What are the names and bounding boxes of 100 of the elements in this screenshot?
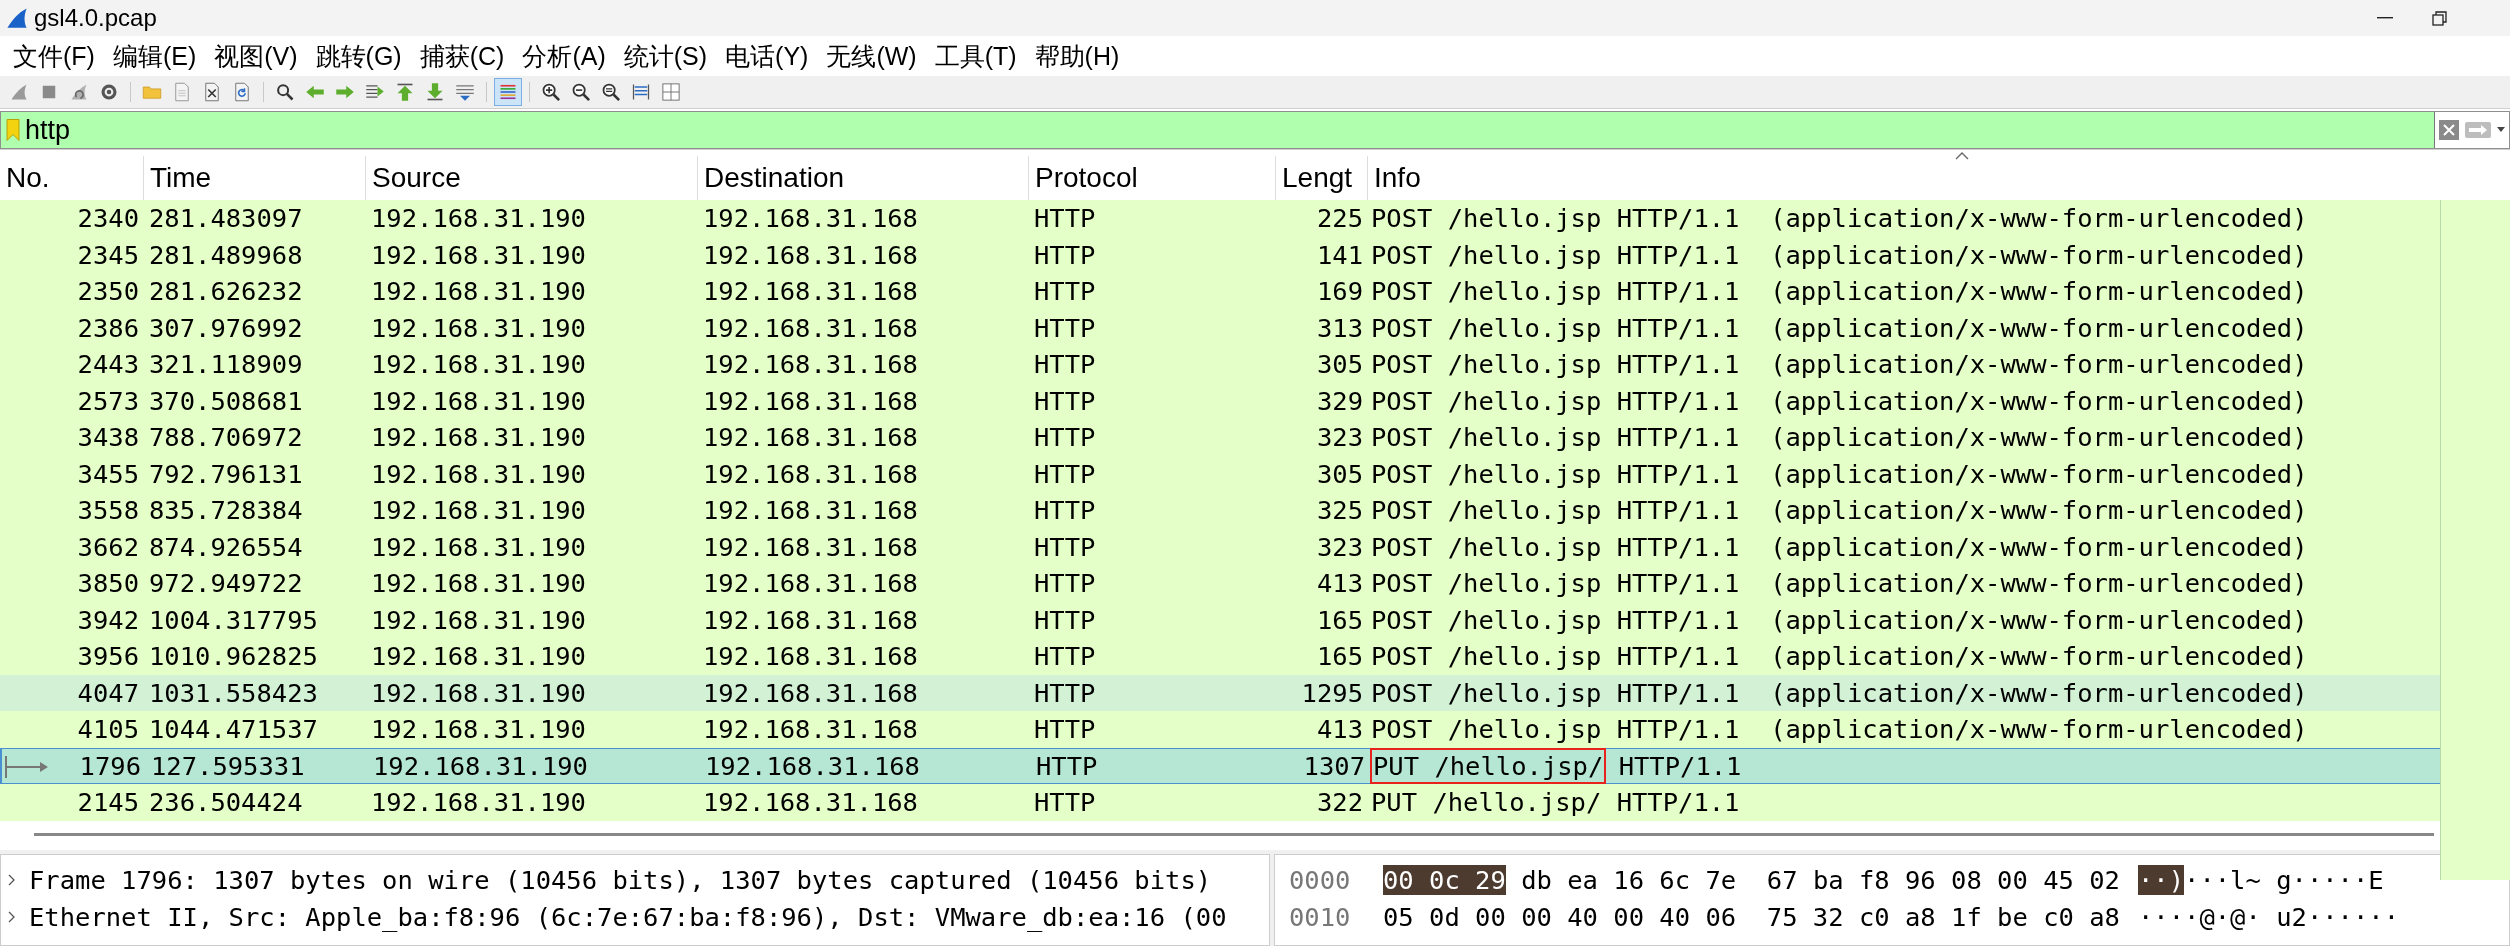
table-cell: 192.168.31.168 (703, 203, 918, 234)
window-title: gsl4.0.pcap (34, 4, 157, 32)
minimize-icon[interactable] (2377, 17, 2393, 19)
table-cell: 3942 (77, 604, 139, 635)
collapsed-icon[interactable] (7, 909, 17, 924)
table-cell: 321.118909 (149, 349, 303, 380)
table-cell: 192.168.31.168 (703, 276, 918, 307)
table-cell: 2386 (77, 312, 139, 343)
table-cell: 1307 (1303, 750, 1365, 781)
table-cell: 192.168.31.168 (703, 531, 918, 562)
table-cell: 413 (1316, 714, 1363, 745)
table-cell: 127.595331 (151, 750, 305, 781)
table-cell: 192.168.31.190 (371, 787, 586, 818)
table-cell: 236.504424 (149, 787, 303, 818)
table-cell: 192.168.31.190 (371, 203, 586, 234)
sort-chevron-icon[interactable] (1955, 152, 1969, 160)
table-cell: 192.168.31.190 (371, 531, 586, 562)
packet-row[interactable]: 1796 127.595331 192.168.31.190 192.168.31.168 HTTP 1307 PUT /hello.jsp/ HTTP/1.1 (0, 747, 2440, 784)
table-cell: 192.168.31.190 (371, 495, 586, 526)
packet-row[interactable]: 4047 1031.558423 192.168.31.190 192.168.31.168 HTTP 1295 POST /hello.jsp HTTP/1.1 (application/x-www-form-urlencoded) (0, 674, 2440, 711)
table-cell: 192.168.31.190 (371, 714, 586, 745)
table-cell: 2443 (77, 349, 139, 380)
colored-lines-icon[interactable] (495, 79, 521, 105)
hex-bytes: db ea 16 6c 7e 67 ba f8 96 08 00 45 02 (1521, 864, 2120, 895)
table-cell: 305 (1316, 349, 1363, 380)
table-cell: POST /hello.jsp HTTP/1.1 (application/x-www-form-urlencoded) (1371, 604, 2308, 635)
table-cell: HTTP (1034, 458, 1096, 489)
table-cell: 1031.558423 (149, 677, 318, 708)
packet-row[interactable]: 3558 835.728384 192.168.31.190 192.168.31.168 HTTP 325 POST /hello.jsp HTTP/1.1 (application/x-www-form-urlencoded) (0, 492, 2440, 529)
table-cell: 141 (1316, 239, 1363, 270)
menu-item[interactable]: 无线(W) (817, 39, 926, 73)
table-cell: 325 (1316, 495, 1363, 526)
table-cell: 192.168.31.168 (703, 422, 918, 453)
packet-row[interactable]: 2345 281.489968 192.168.31.190 192.168.31.168 HTTP 141 POST /hello.jsp HTTP/1.1 (application/x-www-form-urlencoded) (0, 236, 2440, 273)
table-cell: 323 (1316, 422, 1363, 453)
caret-icon[interactable] (2497, 127, 2505, 133)
restore-icon[interactable] (2432, 10, 2447, 26)
packet-row[interactable]: 2443 321.118909 192.168.31.190 192.168.31.168 HTTP 305 POST /hello.jsp HTTP/1.1 (application/x-www-form-urlencoded) (0, 346, 2440, 383)
arrow-icon (4, 755, 48, 778)
menu-item[interactable]: 统计(S) (614, 39, 717, 73)
packet-row[interactable]: 2350 281.626232 192.168.31.190 192.168.31.168 HTTP 169 POST /hello.jsp HTTP/1.1 (application/x-www-form-urlencoded) (0, 273, 2440, 310)
table-cell: 370.508681 (149, 385, 303, 416)
table-cell: 305 (1316, 458, 1363, 489)
menu-item[interactable]: 工具(T) (925, 39, 1026, 73)
packet-row[interactable]: 3956 1010.962825 192.168.31.190 192.168.31.168 HTTP 165 POST /hello.jsp HTTP/1.1 (application/x-www-form-urlencoded) (0, 638, 2440, 675)
packet-row[interactable]: 3662 874.926554 192.168.31.190 192.168.31.168 HTTP 323 POST /hello.jsp HTTP/1.1 (application/x-www-form-urlencoded) (0, 528, 2440, 565)
menu-item[interactable]: 视图(V) (205, 39, 307, 73)
menu-item[interactable]: 帮助(H) (1025, 39, 1129, 73)
table-cell: HTTP (1034, 641, 1096, 672)
table-cell: 165 (1316, 604, 1363, 635)
ascii-text: ····@·@· u2······ (2138, 901, 2399, 932)
table-cell: 1796 (79, 750, 141, 781)
packet-row[interactable]: 2386 307.976992 192.168.31.190 192.168.31.168 HTTP 313 POST /hello.jsp HTTP/1.1 (application/x-www-form-urlencoded) (0, 309, 2440, 346)
table-cell: 192.168.31.190 (371, 458, 586, 489)
table-cell: POST /hello.jsp HTTP/1.1 (application/x-www-form-urlencoded) (1371, 714, 2308, 745)
table-cell: 2573 (77, 385, 139, 416)
packet-row[interactable]: 2573 370.508681 192.168.31.190 192.168.31.168 HTTP 329 POST /hello.jsp HTTP/1.1 (application/x-www-form-urlencoded) (0, 382, 2440, 419)
packet-row[interactable]: 2340 281.483097 192.168.31.190 192.168.31.168 HTTP 225 POST /hello.jsp HTTP/1.1 (application/x-www-form-urlencoded) (0, 200, 2440, 237)
packet-row[interactable]: 3850 972.949722 192.168.31.190 192.168.31.168 HTTP 413 POST /hello.jsp HTTP/1.1 (application/x-www-form-urlencoded) (0, 565, 2440, 602)
packet-row[interactable]: 3942 1004.317795 192.168.31.190 192.168.31.168 HTTP 165 POST /hello.jsp HTTP/1.1 (application/x-www-form-urlencoded) (0, 601, 2440, 638)
table-cell: 192.168.31.168 (703, 349, 918, 380)
menu-item[interactable]: 文件(F) (4, 39, 104, 73)
table-cell: 4047 (77, 677, 139, 708)
table-cell: 835.728384 (149, 495, 303, 526)
table-cell: 1010.962825 (149, 641, 318, 672)
table-cell: 281.489968 (149, 239, 303, 270)
table-cell: 192.168.31.190 (371, 312, 586, 343)
table-cell: HTTP (1034, 422, 1096, 453)
table-cell: HTTP (1034, 312, 1096, 343)
menu-item[interactable]: 分析(A) (513, 39, 615, 73)
packet-row[interactable]: 4105 1044.471537 192.168.31.190 192.168.31.168 HTTP 413 POST /hello.jsp HTTP/1.1 (application/x-www-form-urlencoded) (0, 711, 2440, 748)
menu-item[interactable]: 捕获(C) (410, 39, 514, 73)
tree-item[interactable]: Ethernet II, Src: Apple_ba:f8:96 (6c:7e:67:ba:f8:96), Dst: VMware_db:ea:16 (00 (29, 901, 1227, 932)
table-cell: 192.168.31.190 (371, 677, 586, 708)
packet-row[interactable]: 3455 792.796131 192.168.31.190 192.168.31.168 HTTP 305 POST /hello.jsp HTTP/1.1 (application/x-www-form-urlencoded) (0, 455, 2440, 492)
tree-item[interactable]: Frame 1796: 1307 bytes on wire (10456 bits), 1307 bytes captured (10456 bits) (29, 864, 1212, 895)
clear-icon[interactable] (2439, 120, 2459, 140)
table-cell: 792.796131 (149, 458, 303, 489)
table-cell: 192.168.31.190 (371, 641, 586, 672)
menu-item[interactable]: 编辑(E) (103, 39, 206, 73)
column-header[interactable]: No. (0, 156, 143, 200)
table-cell: 192.168.31.168 (703, 458, 918, 489)
table-cell: 192.168.31.168 (703, 239, 918, 270)
hex-offset: 0000 (1289, 864, 1352, 895)
table-cell: HTTP (1034, 568, 1096, 599)
table-cell: 3438 (77, 422, 139, 453)
packet-row[interactable]: 2145 236.504424 192.168.31.190 192.168.31.168 HTTP 322 PUT /hello.jsp/ HTTP/1.1 (0, 784, 2440, 821)
table-cell: 192.168.31.168 (703, 568, 918, 599)
hex-offset: 0010 (1289, 901, 1352, 932)
table-cell: HTTP (1034, 714, 1096, 745)
table-cell: 192.168.31.168 (703, 495, 918, 526)
table-cell: 192.168.31.190 (371, 568, 586, 599)
hex-bytes: 05 0d 00 00 40 00 40 06 75 32 c0 a8 1f be c0 a8 (1383, 901, 2120, 932)
table-cell: 874.926554 (149, 531, 303, 562)
table-cell: POST /hello.jsp HTTP/1.1 (application/x-www-form-urlencoded) (1371, 641, 2308, 672)
packet-row[interactable]: 3438 788.706972 192.168.31.190 192.168.31.168 HTTP 323 POST /hello.jsp HTTP/1.1 (application/x-www-form-urlencoded) (0, 419, 2440, 456)
menu-item[interactable]: 跳转(G) (306, 39, 411, 73)
collapsed-icon[interactable] (7, 872, 17, 887)
menu-item[interactable]: 电话(Y) (716, 39, 818, 73)
table-cell: HTTP (1034, 349, 1096, 380)
